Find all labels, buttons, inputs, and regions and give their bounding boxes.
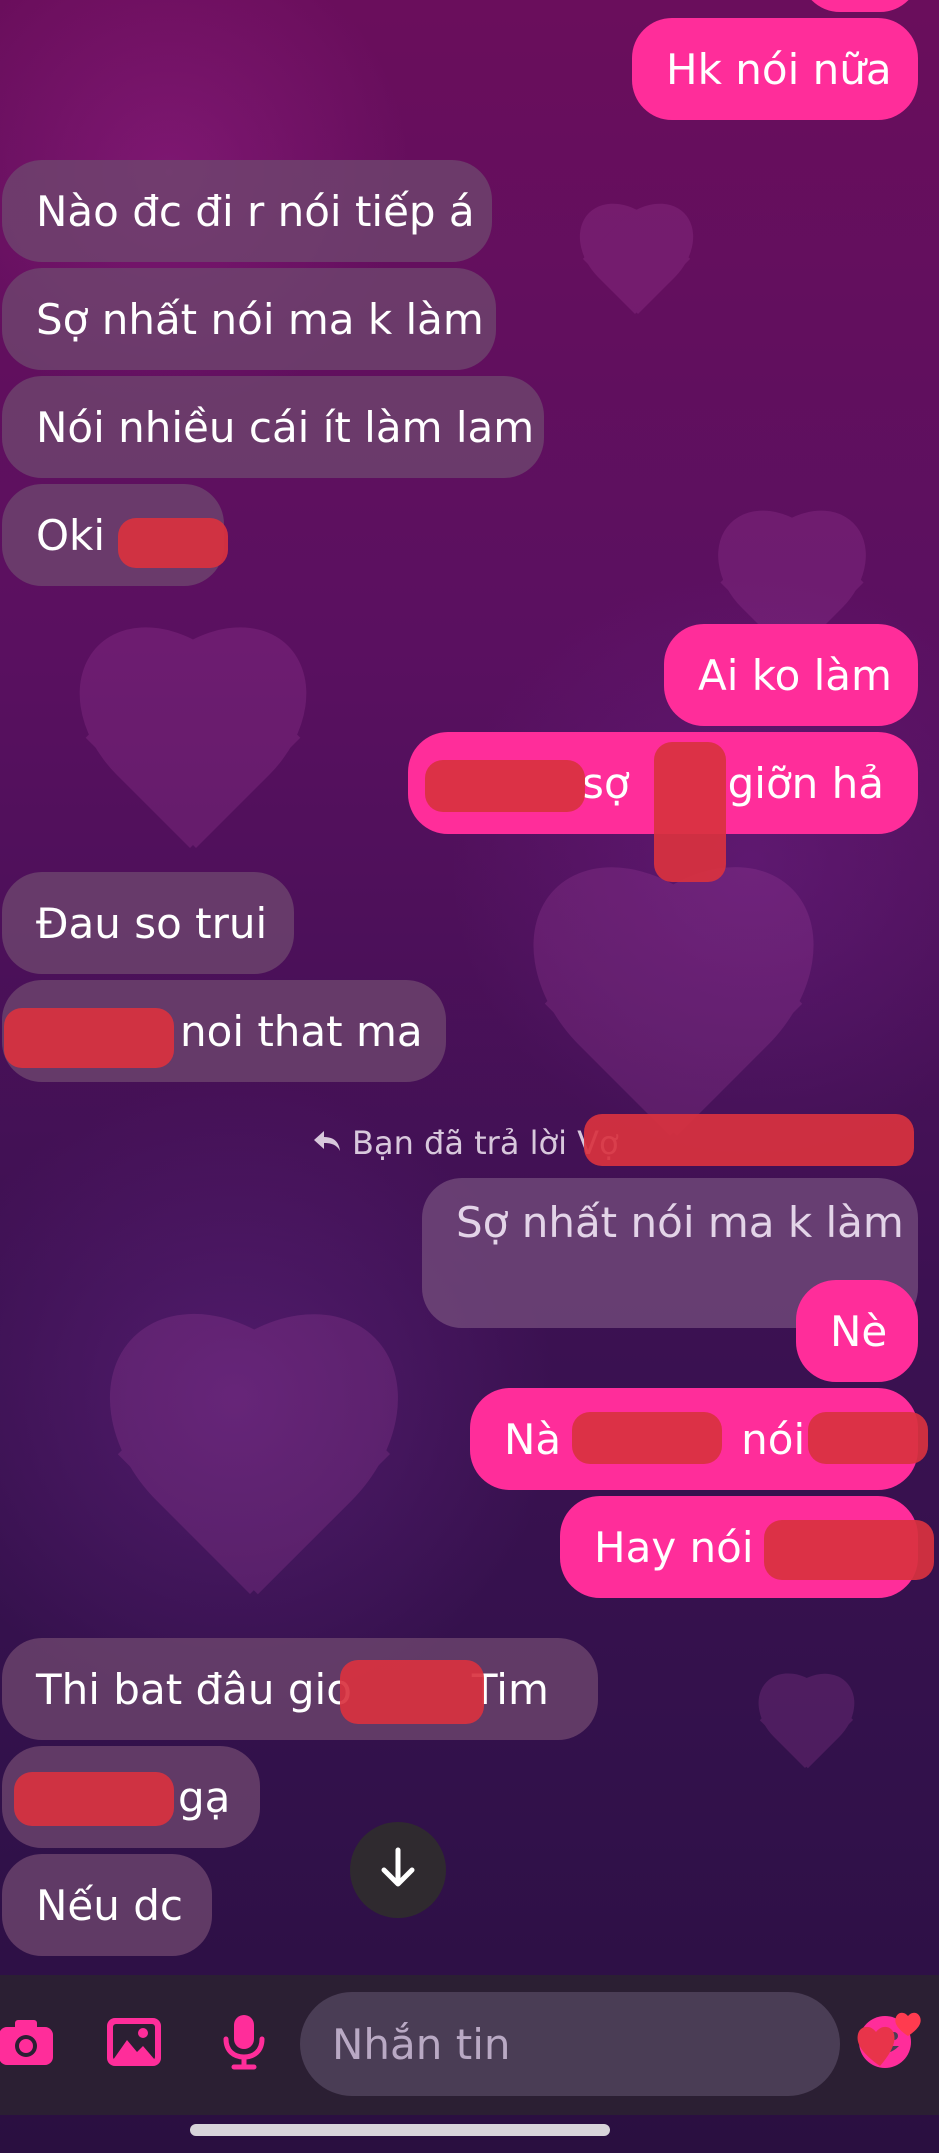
voice-button[interactable]	[212, 2012, 276, 2076]
message-text-part2: nói	[741, 1414, 806, 1464]
background-heart	[740, 1680, 870, 1790]
redaction-mark	[572, 1412, 722, 1464]
message-text: Đau so trui	[36, 898, 268, 948]
gallery-button[interactable]	[102, 2012, 166, 2076]
redaction-mark	[584, 1114, 914, 1166]
background-heart	[40, 640, 340, 900]
message-text: Nà	[504, 1414, 562, 1464]
message-text: Thi bat đâu gio	[36, 1664, 352, 1714]
message-text: Nào đc đi r nói tiếp á	[36, 186, 475, 236]
message-text: Sợ nhất nói ma k làm	[36, 294, 484, 344]
message-text: Nếu dc	[36, 1880, 183, 1930]
message-text: gạ	[178, 1772, 231, 1822]
redaction-mark	[654, 742, 726, 882]
reply-arrow-icon	[312, 1124, 342, 1162]
quoted-message-text: Sợ nhất nói ma k làm	[456, 1198, 904, 1247]
message-bubble-incoming[interactable]: Nếu dc	[2, 1854, 212, 1956]
message-bubble-incoming[interactable]: Sợ nhất nói ma k làm	[2, 268, 496, 370]
message-text: Ai ko làm	[698, 650, 892, 700]
image-icon	[105, 2016, 163, 2072]
redaction-mark	[4, 1008, 174, 1068]
message-bubble-outgoing-partial[interactable]	[800, 0, 920, 12]
camera-button[interactable]	[0, 2012, 58, 2076]
message-text: Oki	[36, 510, 106, 560]
message-text-part2: giỡn hả	[727, 758, 884, 808]
background-heart	[60, 1330, 440, 1660]
redaction-mark	[808, 1412, 928, 1464]
background-heart	[560, 210, 710, 340]
scroll-to-bottom-button[interactable]	[350, 1822, 446, 1918]
camera-icon	[0, 2017, 55, 2071]
send-hearts-button[interactable]	[850, 2000, 930, 2080]
mic-icon	[222, 2013, 266, 2075]
redaction-mark	[425, 760, 585, 812]
redaction-mark	[14, 1772, 174, 1826]
reply-note-text: Bạn đã trả lời Vợ	[352, 1124, 619, 1162]
message-text: sợ	[582, 758, 630, 808]
reply-indicator: Bạn đã trả lời Vợ	[312, 1124, 619, 1162]
message-bubble-outgoing[interactable]: Hk nói nữa	[632, 18, 918, 120]
message-bubble-incoming[interactable]: Đau so trui	[2, 872, 294, 974]
redaction-mark	[118, 518, 228, 568]
message-bubble-incoming[interactable]: Nào đc đi r nói tiếp á	[2, 160, 492, 262]
message-text: Hk nói nữa	[666, 44, 892, 94]
message-bubble-outgoing[interactable]: Nè	[796, 1280, 918, 1382]
message-bubble-outgoing[interactable]: Ai ko làm	[664, 624, 918, 726]
message-text: Hay nói	[594, 1522, 754, 1572]
redaction-mark	[764, 1520, 934, 1580]
message-text: noi that ma	[180, 1006, 423, 1056]
arrow-down-icon	[378, 1846, 418, 1894]
message-input[interactable]	[330, 2018, 857, 2070]
message-bubble-incoming[interactable]: Nói nhiều cái ít làm lam	[2, 376, 544, 478]
hearts-icon	[854, 2002, 926, 2078]
message-input-container[interactable]	[300, 1992, 911, 2096]
message-text: Nè	[830, 1306, 888, 1356]
home-indicator	[190, 2124, 610, 2136]
message-bubble-incoming[interactable]: Thi bat đâu gio Tim	[2, 1638, 598, 1740]
redaction-mark	[340, 1660, 484, 1724]
message-text: Nói nhiều cái ít làm lam	[36, 402, 535, 452]
